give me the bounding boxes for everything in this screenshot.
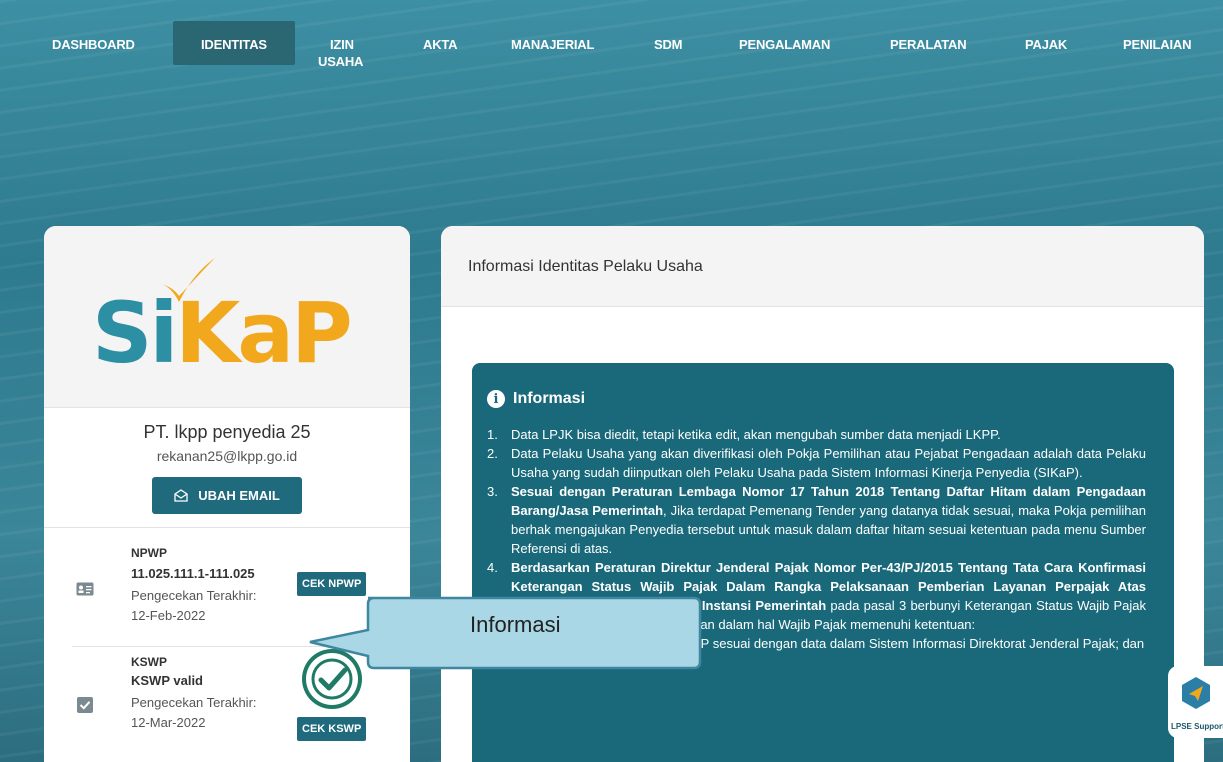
nav-izin-usaha[interactable]: IZIN USAHA bbox=[318, 36, 363, 70]
nav-izin-line1: IZIN bbox=[330, 37, 354, 52]
info-heading: i Informasi bbox=[487, 390, 1146, 408]
identity-info-card: Informasi Identitas Pelaku Usaha i Infor… bbox=[441, 226, 1204, 762]
nav-pajak[interactable]: PAJAK bbox=[1025, 36, 1067, 53]
nav-pengalaman[interactable]: PENGALAMAN bbox=[739, 36, 830, 53]
nav-identitas[interactable]: IDENTITAS bbox=[173, 21, 295, 65]
info-item: 1. Data LPJK bisa diedit, tetapi ketika … bbox=[487, 425, 1146, 444]
npwp-check-date: 12-Feb-2022 bbox=[131, 608, 206, 623]
nav-penilaian[interactable]: PENILAIAN bbox=[1123, 36, 1191, 53]
change-email-button[interactable]: UBAH EMAIL bbox=[152, 477, 302, 514]
info-item: 2. Data Pelaku Usaha yang akan diverifik… bbox=[487, 444, 1146, 482]
item-text: Data LPJK bisa diedit, tetapi ketika edi… bbox=[511, 427, 1001, 442]
logo-kap: KaP bbox=[175, 284, 352, 382]
info-alert: i Informasi 1. Data LPJK bisa diedit, te… bbox=[472, 363, 1174, 762]
kswp-label: KSWP bbox=[131, 655, 167, 669]
logo-si: Si bbox=[92, 284, 178, 382]
kswp-check-label: Pengecekan Terakhir: bbox=[131, 695, 257, 710]
logo-wordmark: SiKaP bbox=[92, 284, 353, 382]
item-number: 1. bbox=[487, 427, 498, 442]
kswp-check-date: 12-Mar-2022 bbox=[131, 715, 206, 730]
item-text: Data Pelaku Usaha yang akan diverifikasi… bbox=[511, 446, 1146, 480]
paper-plane-icon bbox=[1182, 677, 1210, 709]
item-number: 3. bbox=[487, 484, 498, 499]
kswp-value: KSWP valid bbox=[131, 673, 204, 688]
profile-card: SiKaP PT. lkpp penyedia 25 rekanan25@lkp… bbox=[44, 226, 410, 762]
npwp-label: NPWP bbox=[131, 546, 167, 560]
info-title: Informasi bbox=[513, 390, 586, 407]
nav-izin-line2: USAHA bbox=[318, 54, 364, 69]
npwp-value: 11.025.111.1-111.025 bbox=[131, 566, 255, 581]
callout-label: Informasi bbox=[470, 612, 561, 637]
company-info: PT. lkpp penyedia 25 rekanan25@lkpp.go.i… bbox=[44, 408, 410, 514]
checkbox-checked-icon[interactable] bbox=[77, 697, 93, 713]
check-kswp-button[interactable]: CEK KSWP bbox=[297, 717, 367, 741]
card-title: Informasi Identitas Pelaku Usaha bbox=[441, 226, 1204, 307]
info-icon: i bbox=[487, 390, 505, 408]
envelope-icon bbox=[174, 489, 188, 502]
nav-dashboard[interactable]: DASHBOARD bbox=[52, 36, 135, 53]
npwp-check-label: Pengecekan Terakhir: bbox=[131, 588, 257, 603]
company-name: PT. lkpp penyedia 25 bbox=[143, 422, 311, 442]
info-item: 3. Sesuai dengan Peraturan Lembaga Nomor… bbox=[487, 482, 1146, 558]
lpse-support-label: LPSE Support bbox=[1171, 722, 1223, 731]
change-email-label: UBAH EMAIL bbox=[198, 488, 280, 503]
nav-manajerial[interactable]: MANAJERIAL bbox=[511, 36, 594, 53]
item-number: 4. bbox=[487, 560, 498, 575]
company-email: rekanan25@lkpp.go.id bbox=[156, 448, 298, 464]
nav-peralatan[interactable]: PERALATAN bbox=[890, 36, 967, 53]
top-navigation: DASHBOARD IDENTITAS IZIN USAHA AKTA MANA… bbox=[0, 0, 1223, 80]
sikap-logo: SiKaP bbox=[44, 226, 410, 408]
item-number: 2. bbox=[487, 446, 498, 461]
nav-sdm[interactable]: SDM bbox=[654, 36, 682, 53]
nav-akta[interactable]: AKTA bbox=[423, 36, 458, 53]
id-card-icon bbox=[76, 582, 94, 596]
